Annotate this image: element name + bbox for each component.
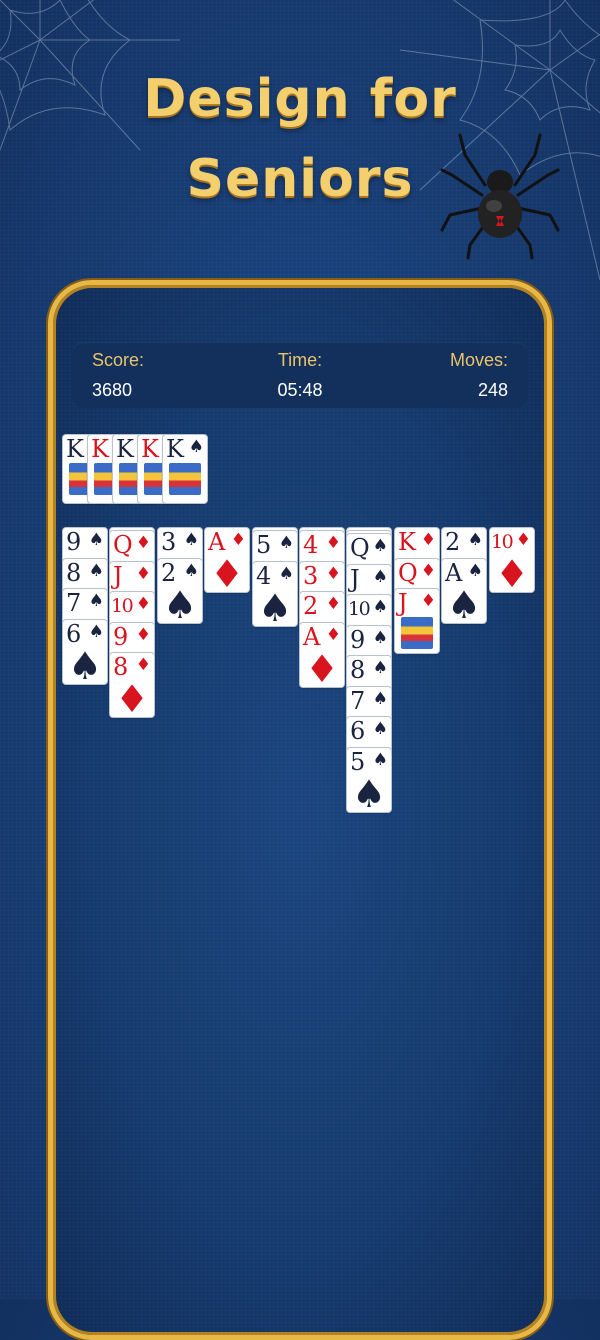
card-rank: J (398, 589, 408, 617)
diamond-suit-icon: ♦ (230, 530, 246, 550)
card-rank: K (66, 435, 84, 463)
card-rank: K (166, 435, 184, 463)
spade-suit-icon: ♠ (278, 564, 294, 584)
spade-suit-icon: ♠ (372, 628, 388, 648)
spade-suit-icon: ♠ (372, 658, 388, 678)
diamond-suit-icon: ♦ (494, 552, 530, 596)
court-card-face (401, 617, 433, 649)
spider-icon (440, 133, 560, 260)
moves-value: 248 (477, 380, 508, 400)
diamond-suit-icon: ♦ (325, 533, 341, 553)
card-rank: K (141, 435, 159, 463)
diamond-suit-icon: ♦ (420, 530, 436, 550)
spade-suit-icon: ♠ (183, 561, 199, 581)
playing-card[interactable]: 5♠♠ (347, 748, 391, 816)
diamond-suit-icon: ♦ (114, 677, 150, 721)
court-card-face (169, 463, 201, 495)
spade-suit-icon: ♠ (278, 533, 294, 553)
playing-card[interactable]: A ♠ ♠ (442, 559, 486, 627)
spade-suit-icon: ♠ (351, 772, 387, 816)
moves-label: Moves: (449, 350, 508, 370)
spade-suit-icon: ♠ (467, 530, 483, 550)
playing-card[interactable]: 4 ♠ ♠ (253, 562, 297, 630)
diamond-suit-icon: ♦ (325, 594, 341, 614)
scoreboard: Score: 3680 Time: 05:48 Moves: 248 (72, 342, 528, 408)
spade-suit-icon: ♠ (372, 567, 388, 587)
card-rank: K (91, 435, 109, 463)
playing-card[interactable]: A ♦ ♦ (205, 528, 249, 596)
diamond-suit-icon: ♦ (420, 591, 436, 611)
diamond-suit-icon: ♦ (325, 625, 341, 645)
spade-suit-icon: ♠ (88, 561, 104, 581)
spade-suit-icon: ♠ (467, 561, 483, 581)
playing-card[interactable]: 2♠♠ (158, 559, 202, 627)
diamond-suit-icon: ♦ (135, 533, 151, 553)
spade-suit-icon: ♠ (446, 583, 482, 627)
diamond-suit-icon: ♦ (515, 530, 531, 550)
spade-suit-icon: ♠ (88, 622, 104, 642)
card-rank: K (116, 435, 134, 463)
spade-suit-icon: ♠ (372, 750, 388, 770)
playing-card[interactable]: A ♦ ♦ (300, 623, 344, 691)
diamond-suit-icon: ♦ (135, 655, 151, 675)
spade-suit-icon: ♠ (372, 719, 388, 739)
headline-line-1: Design for (143, 69, 457, 129)
spade-suit-icon: ♠ (162, 583, 198, 627)
completed-stack-card: K♠ (163, 435, 207, 503)
spade-suit-icon: ♠ (372, 536, 388, 556)
diamond-suit-icon: ♦ (325, 564, 341, 584)
spade-suit-icon: ♠ (372, 597, 388, 617)
diamond-suit-icon: ♦ (420, 561, 436, 581)
spade-suit-icon: ♠ (67, 644, 103, 688)
spade-suit-icon: ♠ (183, 530, 199, 550)
playing-card[interactable]: 8 ♦ ♦ (110, 653, 154, 721)
diamond-suit-icon: ♦ (135, 625, 151, 645)
spade-suit-icon: ♠ (257, 586, 293, 630)
spade-suit-icon: ♠ (372, 689, 388, 709)
diamond-suit-icon: ♦ (209, 552, 245, 596)
spade-suit-icon: ♠ (88, 591, 104, 611)
diamond-suit-icon: ♦ (304, 647, 340, 691)
playing-card[interactable]: 6♠♠ (63, 620, 107, 688)
diamond-suit-icon: ♦ (135, 564, 151, 584)
playing-card[interactable]: 10♦♦ (490, 528, 534, 596)
spade-suit-icon: ♠ (88, 530, 104, 550)
playing-card[interactable]: J ♦ (395, 589, 439, 653)
diamond-suit-icon: ♦ (135, 594, 151, 614)
moves-stat: Moves: 248 (450, 350, 508, 401)
spade-suit-icon: ♠ (188, 437, 204, 457)
